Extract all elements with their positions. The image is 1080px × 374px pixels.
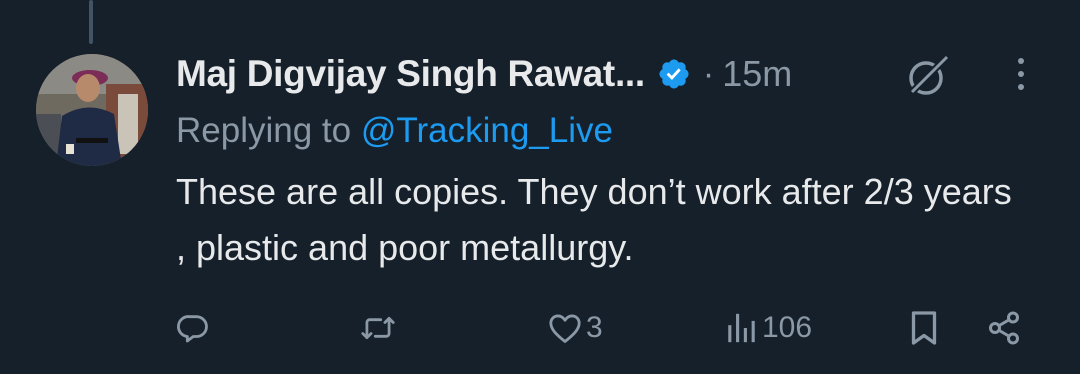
more-options-icon[interactable] [1006, 54, 1036, 94]
tweet-actions-bar: 3 106 [176, 305, 1036, 351]
views-chart-icon [728, 313, 755, 343]
replying-to-label: Replying to [176, 111, 352, 150]
views-count: 106 [762, 311, 813, 344]
more-dot [1018, 58, 1024, 64]
more-dot [1018, 84, 1024, 90]
avatar[interactable] [36, 54, 148, 166]
share-icon [989, 311, 1019, 345]
views-button[interactable]: 106 [724, 305, 812, 351]
avatar-photo [36, 54, 148, 166]
tweet-content: Maj Digvijay Singh Rawat... · 15m Replyi… [176, 50, 1040, 276]
bookmark-icon [911, 311, 937, 345]
verified-badge-icon[interactable] [657, 57, 691, 91]
like-count: 3 [586, 311, 603, 344]
share-button[interactable] [986, 305, 1022, 351]
retweet-button[interactable] [360, 305, 400, 351]
retweet-icon [361, 316, 395, 340]
replying-to: Replying to @Tracking_Live [176, 108, 1040, 154]
bookmark-button[interactable] [908, 305, 940, 351]
tweet-header: Maj Digvijay Singh Rawat... · 15m [176, 50, 1040, 98]
author-name[interactable]: Maj Digvijay Singh Rawat... [176, 53, 645, 95]
reply-button[interactable] [176, 305, 214, 351]
timestamp[interactable]: 15m [722, 53, 792, 95]
reply-icon [177, 315, 208, 343]
grok-icon[interactable] [904, 52, 952, 100]
reply-handle-link[interactable]: @Tracking_Live [361, 111, 613, 150]
separator-dot: · [702, 54, 715, 93]
thread-connector-line [89, 0, 93, 44]
heart-icon [549, 314, 581, 343]
more-dot [1018, 71, 1024, 77]
tweet-text: These are all copies. They don’t work af… [176, 171, 1012, 268]
like-button[interactable]: 3 [548, 305, 603, 351]
